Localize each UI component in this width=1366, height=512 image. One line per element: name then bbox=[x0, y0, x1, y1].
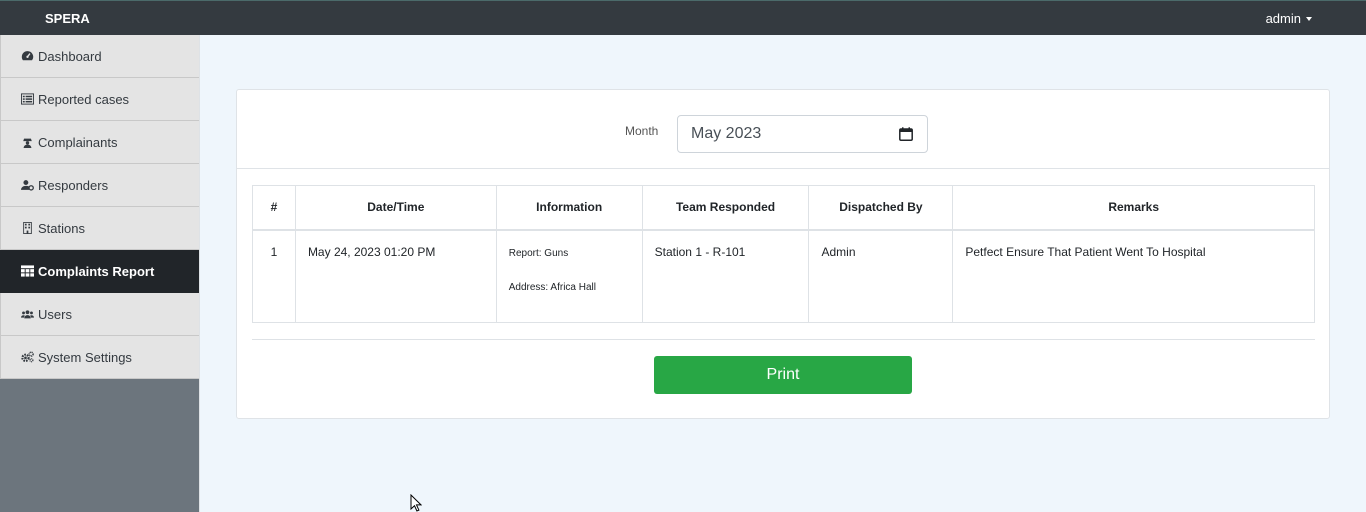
user-cog-icon bbox=[21, 180, 34, 191]
sidebar-item-label: Dashboard bbox=[38, 48, 102, 64]
column-header-number: # bbox=[252, 185, 296, 231]
table-icon bbox=[21, 265, 34, 277]
table-header-row: # Date/Time Information Team Responded D… bbox=[252, 185, 1315, 231]
sidebar-item-complainants[interactable]: Complainants bbox=[0, 121, 199, 164]
cell-dispatched-by: Admin bbox=[808, 229, 954, 323]
top-navbar: SPERA admin bbox=[0, 0, 1366, 35]
sidebar-item-label: Complaints Report bbox=[38, 263, 155, 279]
month-value: May 2023 bbox=[691, 125, 762, 142]
sidebar: Dashboard Reported cases Complainants Re… bbox=[0, 35, 200, 512]
column-header-dispatched-by: Dispatched By bbox=[808, 185, 954, 231]
column-header-team-responded: Team Responded bbox=[641, 185, 810, 231]
sidebar-item-label: Stations bbox=[38, 220, 85, 236]
cell-team-responded: Station 1 - R-101 bbox=[641, 229, 810, 323]
mouse-cursor-icon bbox=[410, 494, 422, 512]
users-icon bbox=[23, 138, 32, 148]
dashboard-icon bbox=[21, 51, 34, 61]
report-filter-header: Month May 2023 bbox=[237, 90, 1329, 169]
caret-down-icon bbox=[1306, 16, 1312, 21]
brand-logo[interactable]: SPERA bbox=[45, 11, 90, 26]
sidebar-item-label: Responders bbox=[38, 177, 109, 193]
complaints-report-table: # Date/Time Information Team Responded D… bbox=[252, 185, 1315, 323]
cell-datetime: May 24, 2023 01:20 PM bbox=[294, 229, 497, 323]
info-address: Address: Africa Hall bbox=[508, 281, 596, 293]
cell-remarks: Petfect Ensure That Patient Went To Hosp… bbox=[952, 229, 1315, 323]
print-button[interactable]: Print bbox=[654, 356, 912, 394]
building-icon bbox=[23, 222, 32, 234]
user-name: admin bbox=[1265, 11, 1301, 26]
column-header-datetime: Date/Time bbox=[294, 185, 497, 231]
sidebar-item-reported-cases[interactable]: Reported cases bbox=[0, 78, 199, 121]
sidebar-item-stations[interactable]: Stations bbox=[0, 207, 199, 250]
month-label: Month bbox=[625, 124, 659, 138]
sidebar-item-dashboard[interactable]: Dashboard bbox=[0, 35, 199, 78]
user-menu[interactable]: admin bbox=[1266, 11, 1312, 26]
sidebar-item-complaints-report[interactable]: Complaints Report bbox=[0, 250, 199, 293]
info-report: Report: Guns bbox=[508, 247, 569, 259]
group-icon bbox=[21, 310, 34, 319]
sidebar-item-users[interactable]: Users bbox=[0, 293, 199, 336]
divider bbox=[252, 339, 1315, 340]
sidebar-item-label: System Settings bbox=[38, 349, 132, 365]
table-row: 1 May 24, 2023 01:20 PM Report: Guns Add… bbox=[252, 229, 1315, 323]
list-icon bbox=[21, 93, 34, 105]
sidebar-item-system-settings[interactable]: System Settings bbox=[0, 336, 199, 379]
sidebar-item-responders[interactable]: Responders bbox=[0, 164, 199, 207]
column-header-remarks: Remarks bbox=[952, 185, 1315, 231]
sidebar-item-label: Reported cases bbox=[38, 91, 130, 107]
calendar-icon[interactable] bbox=[899, 127, 913, 141]
cogs-icon bbox=[21, 351, 34, 363]
cell-information: Report: Guns Address: Africa Hall bbox=[495, 229, 643, 323]
cell-number: 1 bbox=[252, 229, 296, 323]
report-card: Month May 2023 # Date/Time Information T… bbox=[236, 89, 1330, 419]
sidebar-item-label: Users bbox=[38, 306, 72, 322]
column-header-information: Information bbox=[495, 185, 643, 231]
sidebar-item-label: Complainants bbox=[38, 134, 118, 150]
month-input[interactable]: May 2023 bbox=[677, 115, 928, 153]
